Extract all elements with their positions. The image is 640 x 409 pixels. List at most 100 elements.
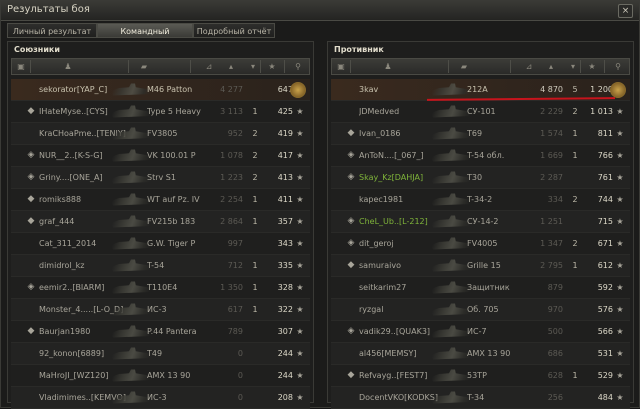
medal-icon[interactable]: ⚲ [292, 61, 304, 72]
kills-value: 2 [572, 239, 578, 248]
tank-silhouette-icon [111, 211, 151, 232]
vehicle-name: Type 5 Heavy [147, 107, 201, 116]
player-row[interactable]: ◈ AnToN....[_067_] T-54 обл. 1 669 1 766 ★ [331, 145, 630, 167]
tank-silhouette-icon [431, 299, 471, 320]
player-row[interactable]: ◆ Ivan_0186 T69 1 574 1 811 ★ [331, 123, 630, 145]
xp-star-icon: ★ [616, 327, 624, 336]
player-row[interactable]: DocentVKO[KODKS] T-34 256 484 ★ [331, 387, 630, 409]
tank-silhouette-icon [431, 123, 471, 144]
player-row[interactable]: ◈ Griny....[ONE_A] Strv S1 1 223 2 413 ★ [11, 167, 310, 189]
enemies-header: ▣ ♟ ▰ ⊿ ▴ ▾ ★ ⚲ [331, 58, 630, 75]
tab-detailed-report[interactable]: Подробный отчёт [193, 23, 275, 38]
player-row[interactable]: MaHroJI_[WZ120] AMX 13 90 0 244 ★ [11, 365, 310, 387]
player-icon[interactable]: ♟ [382, 61, 394, 72]
player-row[interactable]: ◈ vadik29..[QUAK3] ИС-7 500 566 ★ [331, 321, 630, 343]
tank-silhouette-icon [431, 343, 471, 364]
damage-value: 1 350 [220, 283, 243, 292]
tank-silhouette-icon [431, 189, 471, 210]
kills-icon[interactable]: ▴ [224, 61, 238, 72]
player-row[interactable]: Cat_311_2014 G.W. Tiger P 997 343 ★ [11, 233, 310, 255]
player-row[interactable]: sekorator[YAP_C]M46 Patton4 277647★ [11, 79, 310, 101]
xp-star-icon: ★ [616, 173, 624, 182]
tank-silhouette-icon [111, 277, 151, 298]
clan-emblem-icon: ◈ [347, 172, 355, 182]
xp-value: 307 [277, 327, 293, 336]
vehicle-name: T-34 [467, 393, 485, 402]
tank-icon[interactable]: ▰ [137, 61, 151, 72]
player-row[interactable]: kapec1981 T-34-2 334 2 744 ★ [331, 189, 630, 211]
player-icon[interactable]: ♟ [62, 61, 74, 72]
player-row[interactable]: ryzgal Об. 705 970 576 ★ [331, 299, 630, 321]
clan-emblem-icon: ◈ [27, 172, 35, 182]
xp-star-icon[interactable]: ★ [267, 61, 277, 72]
xp-star-icon: ★ [616, 261, 624, 270]
player-row[interactable]: al456[MEMSY] AMX 13 90 686 531 ★ [331, 343, 630, 365]
platoon-slot [333, 101, 343, 122]
clan-emblem-icon [345, 79, 357, 100]
xp-star-icon[interactable]: ★ [587, 61, 597, 72]
platoon-slot [333, 145, 343, 166]
damage-value: 0 [237, 349, 243, 358]
tank-icon[interactable]: ▰ [457, 61, 471, 72]
player-row[interactable]: ◆ romiks888 WT auf Pz. IV 2 254 1 411 ★ [11, 189, 310, 211]
xp-value: 411 [277, 195, 293, 204]
vehicle-name: P.44 Pantera [147, 327, 197, 336]
player-row[interactable]: dimidrol_kz T-54 712 1 335 ★ [11, 255, 310, 277]
vehicle-name: Защитник [467, 283, 510, 292]
player-row[interactable]: ◈ dit_geroj FV4005 1 347 2 671 ★ [331, 233, 630, 255]
platoon-icon[interactable]: ▣ [336, 61, 346, 72]
damage-icon[interactable]: ⊿ [202, 61, 216, 72]
tank-silhouette-icon [111, 233, 151, 254]
player-row[interactable]: ◈ Skay_Kz[DAHJA] T30 2 287 761 ★ [331, 167, 630, 189]
tab-personal-result[interactable]: Личный результат [7, 23, 97, 38]
kills-value [569, 277, 581, 298]
allies-list: sekorator[YAP_C]M46 Patton4 277647★◆IHat… [11, 79, 310, 409]
platoon-slot [13, 167, 23, 188]
tank-silhouette-icon [431, 321, 471, 342]
sort-icon[interactable]: ▾ [248, 61, 258, 72]
player-row[interactable]: seitkarim27 Защитник 879 592 ★ [331, 277, 630, 299]
clan-emblem-icon [25, 387, 37, 408]
platoon-slot [13, 365, 23, 386]
player-row[interactable]: Monster_4.....[L-O_D] ИС-3 617 1 322 ★ [11, 299, 310, 321]
tab-team-result[interactable]: Командный результат [97, 23, 193, 51]
battle-results-window: Результаты боя × Личный результат Команд… [0, 0, 640, 409]
platoon-icon[interactable]: ▣ [16, 61, 26, 72]
damage-value: 2 287 [540, 173, 563, 182]
player-row[interactable]: ◆ graf_444 FV215b 183 2 864 1 357 ★ [11, 211, 310, 233]
platoon-slot [333, 255, 343, 276]
xp-star-icon: ★ [296, 371, 304, 380]
sort-icon[interactable]: ▾ [568, 61, 578, 72]
tank-silhouette-icon [111, 145, 151, 166]
player-row[interactable]: ◆ Baurjan1980 P.44 Pantera 789 307 ★ [11, 321, 310, 343]
xp-value: 647 [277, 85, 293, 94]
damage-value: 1 078 [220, 151, 243, 160]
player-row[interactable]: ◆ IHateMyse..[CYS] Type 5 Heavy 3 113 1 425 ★ [11, 101, 310, 123]
xp-value: 208 [277, 393, 293, 402]
kills-value: 2 [572, 195, 578, 204]
damage-value: 617 [227, 305, 243, 314]
clan-emblem-icon [345, 299, 357, 320]
player-row[interactable]: ◈ NUR__2..[K-S-G] VK 100.01 P1 078 2 417 ★ [11, 145, 310, 167]
player-row[interactable]: 92_konon[6889] T49 0 244 ★ [11, 343, 310, 365]
player-row[interactable]: JDMedved СУ-101 2 229 2 1 013 ★ [331, 101, 630, 123]
xp-value: 328 [277, 283, 293, 292]
clan-emblem-icon [345, 189, 357, 210]
xp-value: 244 [277, 349, 293, 358]
close-button[interactable]: × [618, 4, 633, 18]
player-row[interactable]: ◆ samuraivo Grille 15 2 795 1 612 ★ [331, 255, 630, 277]
player-row[interactable]: ◈ CheL_Ub..[L-212] СУ-14-2 1 251 715 ★ [331, 211, 630, 233]
player-row[interactable]: ◆ Refvayg..[FEST7] 53TP 628 1 529 ★ [331, 365, 630, 387]
clan-emblem-icon: ◈ [347, 238, 355, 248]
kills-icon[interactable]: ▴ [544, 61, 558, 72]
window-titlebar[interactable]: Результаты боя × [1, 1, 639, 21]
platoon-slot [13, 343, 23, 364]
player-row[interactable]: KraCHoaPme..[TENIY] FV3805 952 2 419 ★ [11, 123, 310, 145]
allies-header: ▣ ♟ ▰ ⊿ ▴ ▾ ★ ⚲ [11, 58, 310, 75]
vehicle-name: СУ-14-2 [467, 217, 499, 226]
platoon-slot [13, 255, 23, 276]
player-row[interactable]: ◈ eemir2..[BIARM] T110E4 1 350 1 328 ★ [11, 277, 310, 299]
medal-icon[interactable]: ⚲ [612, 61, 624, 72]
damage-icon[interactable]: ⊿ [522, 61, 536, 72]
player-row[interactable]: Vladimimes..[KEMVO] ИС-3 0 208 ★ [11, 387, 310, 409]
